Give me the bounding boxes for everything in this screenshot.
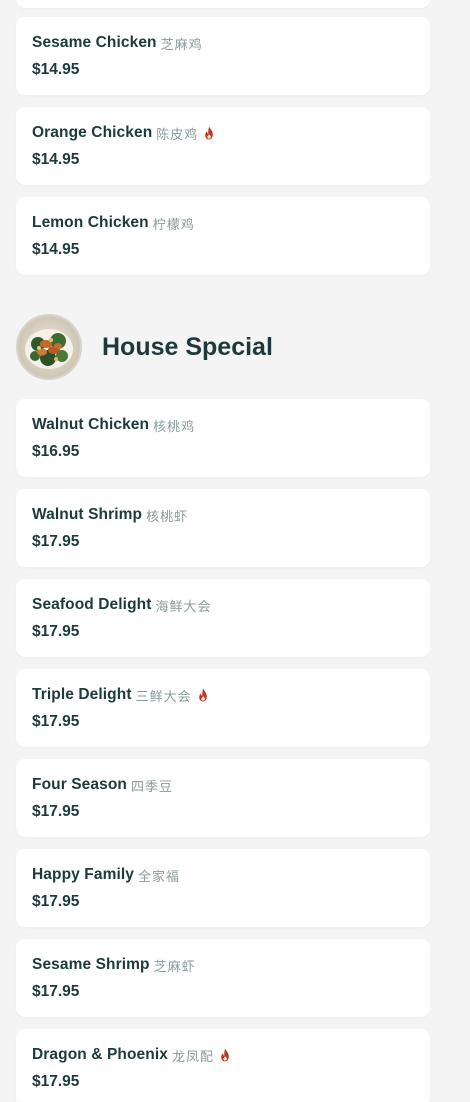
menu-item-chinese-name: 芝麻虾 bbox=[153, 959, 196, 975]
category-header: House Special bbox=[16, 312, 273, 382]
menu-item-chinese-name: 海鲜大会 bbox=[155, 599, 212, 615]
menu-item-chinese-name: 龙凤配 bbox=[171, 1049, 214, 1065]
spicy-flame-icon bbox=[205, 126, 214, 140]
spicy-flame-icon bbox=[198, 688, 207, 702]
menu-item-name: Orange Chicken bbox=[32, 124, 153, 141]
menu-item-name: Walnut Chicken bbox=[32, 416, 150, 433]
category-thumbnail bbox=[16, 314, 82, 380]
menu-item-name: Walnut Shrimp bbox=[32, 506, 143, 523]
menu-item-price: $17.95 bbox=[32, 533, 80, 550]
menu-item-price: $17.95 bbox=[32, 983, 80, 1000]
menu-item-price: $17.95 bbox=[32, 713, 80, 730]
menu-item-card[interactable]: Sesame Shrimp 芝麻虾 $17.95 bbox=[16, 939, 430, 1017]
menu-page: Sesame Chicken 芝麻鸡 $14.95 Orange Chicken… bbox=[0, 0, 470, 1102]
menu-item-card-partial[interactable] bbox=[16, 0, 430, 8]
menu-item-card[interactable]: Orange Chicken 陈皮鸡 $14.95 bbox=[16, 107, 430, 185]
spicy-flame-icon bbox=[221, 1048, 229, 1062]
menu-item-name: Triple Delight bbox=[32, 686, 132, 703]
menu-item-card[interactable]: Walnut Shrimp 核桃虾 $17.95 bbox=[16, 489, 430, 567]
menu-item-price: $17.95 bbox=[32, 803, 80, 820]
house-special-dish-photo-icon bbox=[18, 316, 80, 378]
menu-item-chinese-name: 柠檬鸡 bbox=[152, 217, 195, 233]
category-title: House Special bbox=[102, 332, 273, 361]
menu-item-chinese-name: 芝麻鸡 bbox=[160, 37, 203, 53]
menu-item-name: Sesame Chicken bbox=[32, 34, 157, 51]
menu-item-card[interactable]: Walnut Chicken 核桃鸡 $16.95 bbox=[16, 399, 430, 477]
menu-item-card[interactable]: Four Season 四季豆 $17.95 bbox=[16, 759, 430, 837]
menu-item-price: $14.95 bbox=[32, 151, 80, 168]
menu-item-card[interactable]: Happy Family 全家福 $17.95 bbox=[16, 849, 430, 927]
menu-item-name: Lemon Chicken bbox=[32, 214, 149, 231]
menu-item-chinese-name: 四季豆 bbox=[130, 779, 173, 795]
menu-item-name: Four Season bbox=[32, 776, 127, 793]
menu-item-name: Dragon & Phoenix bbox=[32, 1046, 168, 1063]
menu-item-chinese-name: 核桃鸡 bbox=[153, 419, 196, 435]
menu-item-chinese-name: 全家福 bbox=[137, 869, 180, 885]
menu-item-chinese-name: 核桃虾 bbox=[146, 509, 189, 525]
menu-item-card[interactable]: Dragon & Phoenix 龙凤配 $17.95 bbox=[16, 1029, 430, 1102]
menu-item-price: $17.95 bbox=[32, 623, 80, 640]
menu-item-price: $17.95 bbox=[32, 893, 80, 910]
menu-item-card[interactable]: Lemon Chicken 柠檬鸡 $14.95 bbox=[16, 197, 430, 275]
menu-item-chinese-name: 三鲜大会 bbox=[135, 689, 192, 705]
menu-item-card[interactable]: Triple Delight 三鲜大会 $17.95 bbox=[16, 669, 430, 747]
menu-item-price: $14.95 bbox=[32, 241, 80, 258]
menu-item-name: Happy Family bbox=[32, 866, 134, 883]
menu-item-price: $14.95 bbox=[32, 61, 80, 78]
menu-item-price: $16.95 bbox=[32, 443, 80, 460]
menu-item-card[interactable]: Seafood Delight 海鲜大会 $17.95 bbox=[16, 579, 430, 657]
menu-item-price: $17.95 bbox=[32, 1073, 80, 1090]
menu-item-chinese-name: 陈皮鸡 bbox=[156, 127, 199, 143]
menu-item-name: Sesame Shrimp bbox=[32, 956, 150, 973]
menu-item-card[interactable]: Sesame Chicken 芝麻鸡 $14.95 bbox=[16, 17, 430, 95]
menu-item-name: Seafood Delight bbox=[32, 596, 152, 613]
